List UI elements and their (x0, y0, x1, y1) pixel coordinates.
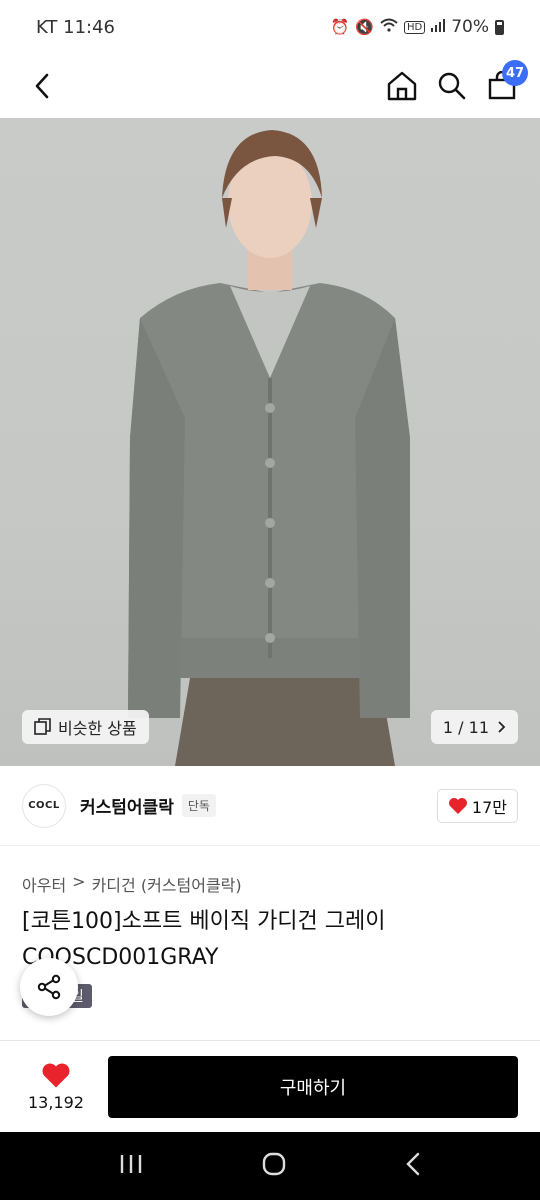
image-page-indicator[interactable]: 1 / 11 (430, 710, 518, 744)
carrier-time: KT 11:46 (36, 16, 115, 38)
cart-count-badge: 47 (502, 60, 528, 86)
mute-icon: 🔇 (355, 18, 374, 36)
chevron-right-icon (498, 721, 506, 733)
recent-apps-icon (120, 1155, 142, 1173)
copy-icon (34, 718, 51, 735)
heart-icon (448, 797, 467, 814)
app-header: 47 (0, 54, 540, 118)
exclusive-tag: 단독 (181, 794, 216, 817)
page-indicator-text: 1 / 11 (442, 717, 489, 737)
bottom-action-bar: 13,192 구매하기 (0, 1040, 540, 1132)
buy-button[interactable]: 구매하기 (108, 1055, 518, 1118)
home-nav-button[interactable] (261, 1151, 287, 1181)
product-like-button[interactable]: 13,192 (26, 1062, 86, 1112)
recent-apps-button[interactable] (119, 1153, 143, 1179)
product-like-count: 13,192 (28, 1092, 84, 1112)
breadcrumb-outer[interactable]: 아우터 (22, 872, 66, 896)
back-button[interactable] (26, 70, 58, 102)
alarm-icon: ⏰ (330, 18, 350, 36)
battery-icon (495, 19, 504, 35)
model-photo (128, 130, 410, 766)
search-icon (438, 72, 466, 100)
breadcrumb: 아우터 > 카디건 (커스텀어클락) (22, 872, 242, 896)
hd-icon: HD (403, 20, 426, 34)
share-icon (37, 974, 61, 1000)
home-button[interactable] (386, 70, 418, 102)
brand-row: COCL 커스텀어클락 단독 17만 (0, 766, 540, 846)
battery-percent: 70% (451, 17, 489, 37)
brand-like-button[interactable]: 17만 (436, 788, 518, 823)
similar-products-button[interactable]: 비슷한 상품 (22, 710, 149, 744)
product-title: [코튼100]소프트 베이직 가디건 그레이 COOSCD001GRAY (22, 909, 386, 970)
similar-products-label: 비슷한 상품 (58, 719, 137, 738)
brand-like-count: 17만 (471, 797, 507, 817)
signal-icon (431, 18, 446, 36)
search-button[interactable] (436, 70, 468, 102)
brand-name[interactable]: 커스텀어클락 (80, 793, 174, 818)
share-button[interactable] (20, 958, 78, 1016)
home-circle-icon (262, 1152, 286, 1176)
breadcrumb-cardigan[interactable]: 카디건 (커스텀어클락) (92, 872, 242, 896)
brand-logo-text: COCL (28, 800, 60, 811)
system-nav-bar (0, 1132, 540, 1200)
heart-icon (42, 1063, 70, 1087)
breadcrumb-separator: > (72, 872, 86, 891)
cart-button[interactable]: 47 (486, 60, 528, 102)
brand-logo[interactable]: COCL (22, 783, 66, 828)
home-icon (387, 71, 417, 101)
status-bar: KT 11:46 ⏰ 🔇 HD 70% (0, 0, 540, 54)
back-nav-button[interactable] (405, 1151, 421, 1181)
product-image[interactable]: 비슷한 상품 1 / 11 (0, 118, 540, 766)
wifi-icon (380, 18, 398, 36)
back-arrow-icon (406, 1152, 420, 1176)
chevron-left-icon (35, 73, 49, 99)
